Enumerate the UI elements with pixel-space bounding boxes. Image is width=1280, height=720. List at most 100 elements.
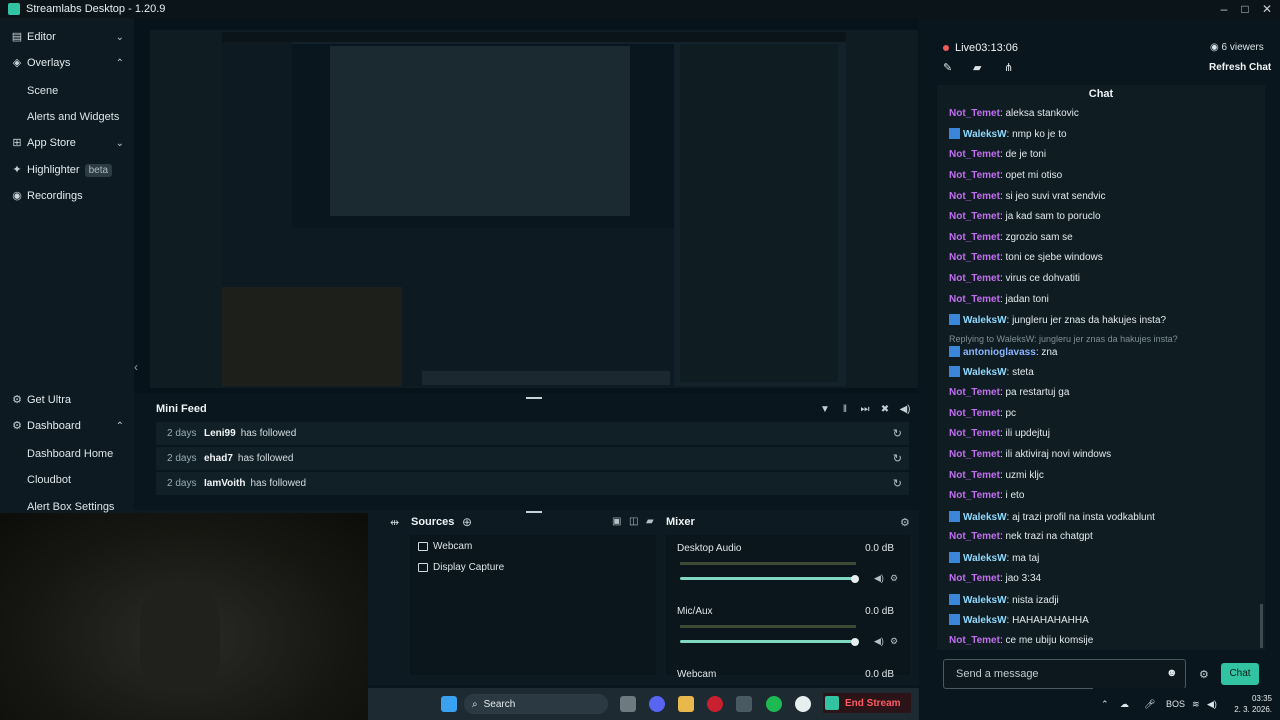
chat-username[interactable]: WaleksW (963, 315, 1007, 326)
volume-slider-knob[interactable] (851, 638, 859, 646)
chat-message-box[interactable]: ☻ (943, 659, 1186, 689)
refresh-chat-button[interactable]: Refresh Chat (1209, 62, 1271, 73)
minimize-icon[interactable]: – (1214, 0, 1234, 18)
close-icon[interactable]: ✕ (1257, 0, 1277, 18)
opera-icon[interactable] (707, 696, 723, 712)
chat-message: Not_Temet: pc (949, 408, 1016, 419)
sidebar-item-cloudbot[interactable]: Cloudbot (27, 474, 71, 486)
emoji-icon[interactable]: ☻ (1166, 667, 1178, 679)
replay-icon[interactable]: ↻ (893, 477, 902, 490)
chat-username[interactable]: Not_Temet (949, 211, 1000, 222)
chat-username[interactable]: Not_Temet (949, 635, 1000, 646)
chat-username[interactable]: Not_Temet (949, 470, 1000, 481)
chat-username[interactable]: Not_Temet (949, 232, 1000, 243)
chevron-up-icon[interactable]: ⌃ (1101, 699, 1109, 710)
volume-icon[interactable]: ◀) (899, 404, 911, 416)
maximize-icon[interactable]: □ (1235, 0, 1255, 18)
sidebar-item-get-ultra[interactable]: ⚙ Get Ultra (0, 388, 134, 412)
remove-icon[interactable]: ◫ (629, 516, 638, 527)
sidebar-item-dashboard-home[interactable]: Dashboard Home (27, 448, 113, 460)
end-stream-button[interactable]: End Stream (823, 693, 911, 713)
add-folder-icon[interactable]: ▰ (646, 516, 654, 527)
chat-username[interactable]: Not_Temet (949, 149, 1000, 160)
replay-icon[interactable]: ↻ (893, 427, 902, 440)
volume-slider[interactable] (680, 640, 856, 643)
task-view-icon[interactable] (620, 696, 636, 712)
edit-icon[interactable]: ✎ (943, 61, 955, 74)
chat-scrollbar[interactable] (1260, 604, 1263, 648)
chat-username[interactable]: WaleksW (963, 512, 1007, 523)
discord-icon[interactable] (649, 696, 665, 712)
add-source-icon[interactable]: ⊕ (462, 515, 472, 529)
gear-icon[interactable]: ⚙ (1199, 668, 1209, 681)
dashboard-icon: ⚙ (12, 420, 22, 432)
chat-username[interactable]: Not_Temet (949, 428, 1000, 439)
speaker-icon[interactable]: ◀) (1207, 699, 1217, 710)
steam-icon[interactable] (795, 696, 811, 712)
chat-message: WaleksW: aj trazi profil na insta vodkab… (949, 511, 1155, 523)
chat-message: Not_Temet: aleksa stankovic (949, 108, 1079, 119)
gear-icon[interactable]: ⚙ (890, 636, 898, 647)
sidebar-item-label: Recordings (27, 190, 83, 202)
sidebar-item-editor[interactable]: ▤ Editor ⌄ (0, 25, 134, 49)
chat-username[interactable]: Not_Temet (949, 108, 1000, 119)
file-explorer-icon[interactable] (678, 696, 694, 712)
chat-input[interactable] (956, 668, 1156, 680)
chat-username[interactable]: Not_Temet (949, 252, 1000, 263)
chat-username[interactable]: Not_Temet (949, 294, 1000, 305)
source-item-display-capture[interactable]: Display Capture (418, 562, 504, 573)
language-indicator[interactable]: BOS (1166, 699, 1185, 709)
spotify-icon[interactable] (766, 696, 782, 712)
windows-start-icon[interactable] (441, 696, 457, 712)
source-item-webcam[interactable]: Webcam (418, 541, 472, 552)
chat-username[interactable]: Not_Temet (949, 573, 1000, 584)
cloud-icon[interactable]: ☁ (1120, 699, 1129, 710)
volume-slider[interactable] (680, 577, 856, 580)
sidebar-item-scene[interactable]: Scene (27, 85, 58, 97)
replay-icon[interactable]: ↻ (893, 452, 902, 465)
taskbar-search[interactable]: ⌕ Search (464, 694, 608, 714)
microphone-icon[interactable]: 🎤︎ (1144, 699, 1155, 710)
chat-username[interactable]: Not_Temet (949, 170, 1000, 181)
gear-icon[interactable]: ⚙ (900, 516, 910, 529)
sidebar-item-alerts-widgets[interactable]: Alerts and Widgets (27, 111, 119, 123)
volume-slider-knob[interactable] (851, 575, 859, 583)
sidebar-item-recordings[interactable]: ◉ Recordings (0, 184, 134, 208)
wifi-icon[interactable]: ≋ (1192, 699, 1200, 710)
chat-username[interactable]: WaleksW (963, 595, 1007, 606)
speaker-icon[interactable]: ◀) (874, 573, 884, 584)
chat-username[interactable]: Not_Temet (949, 531, 1000, 542)
sidebar-item-overlays[interactable]: ◈ Overlays ⌃ (0, 51, 134, 75)
resize-handle[interactable] (526, 511, 542, 513)
chat-username[interactable]: Not_Temet (949, 408, 1000, 419)
sidebar-item-highlighter[interactable]: ✦ Highlighter beta (0, 158, 134, 182)
share-icon[interactable]: ⋔ (1004, 61, 1016, 74)
sidebar-item-dashboard[interactable]: ⚙ Dashboard ⌃ (0, 414, 134, 438)
pause-icon[interactable]: ‖ (839, 404, 851, 416)
chat-username[interactable]: Not_Temet (949, 273, 1000, 284)
chat-username[interactable]: WaleksW (963, 367, 1007, 378)
folder-icon[interactable]: ▣ (612, 516, 621, 527)
filter-icon[interactable]: ▼ (819, 404, 831, 416)
collapse-panel-icon[interactable]: ⇹ (390, 516, 399, 529)
chat-username[interactable]: WaleksW (963, 553, 1007, 564)
chat-username[interactable]: WaleksW (963, 615, 1007, 626)
sidebar-item-app-store[interactable]: ⊞ App Store ⌄ (0, 131, 134, 155)
chat-username[interactable]: Not_Temet (949, 191, 1000, 202)
sidebar-item-alert-box-settings[interactable]: Alert Box Settings (27, 501, 114, 513)
clock[interactable]: 03:35 2. 3. 2026. (1228, 693, 1272, 715)
folder-icon[interactable]: ▰ (973, 61, 985, 74)
chat-username[interactable]: Not_Temet (949, 449, 1000, 460)
chat-text: : jadan toni (999, 294, 1049, 305)
app-icon[interactable] (736, 696, 752, 712)
chevron-left-icon[interactable]: ‹ (134, 360, 146, 378)
chat-username[interactable]: Not_Temet (949, 490, 1000, 501)
chat-username[interactable]: Not_Temet (949, 387, 1000, 398)
skip-icon[interactable]: ⏭ (859, 404, 871, 416)
chat-username[interactable]: WaleksW (963, 129, 1007, 140)
speaker-icon[interactable]: ◀) (874, 636, 884, 647)
mute-alerts-icon[interactable]: ✖ (879, 404, 891, 416)
chat-username[interactable]: antonioglavass (963, 347, 1036, 358)
chat-send-button[interactable]: Chat (1221, 663, 1259, 685)
gear-icon[interactable]: ⚙ (890, 573, 898, 584)
